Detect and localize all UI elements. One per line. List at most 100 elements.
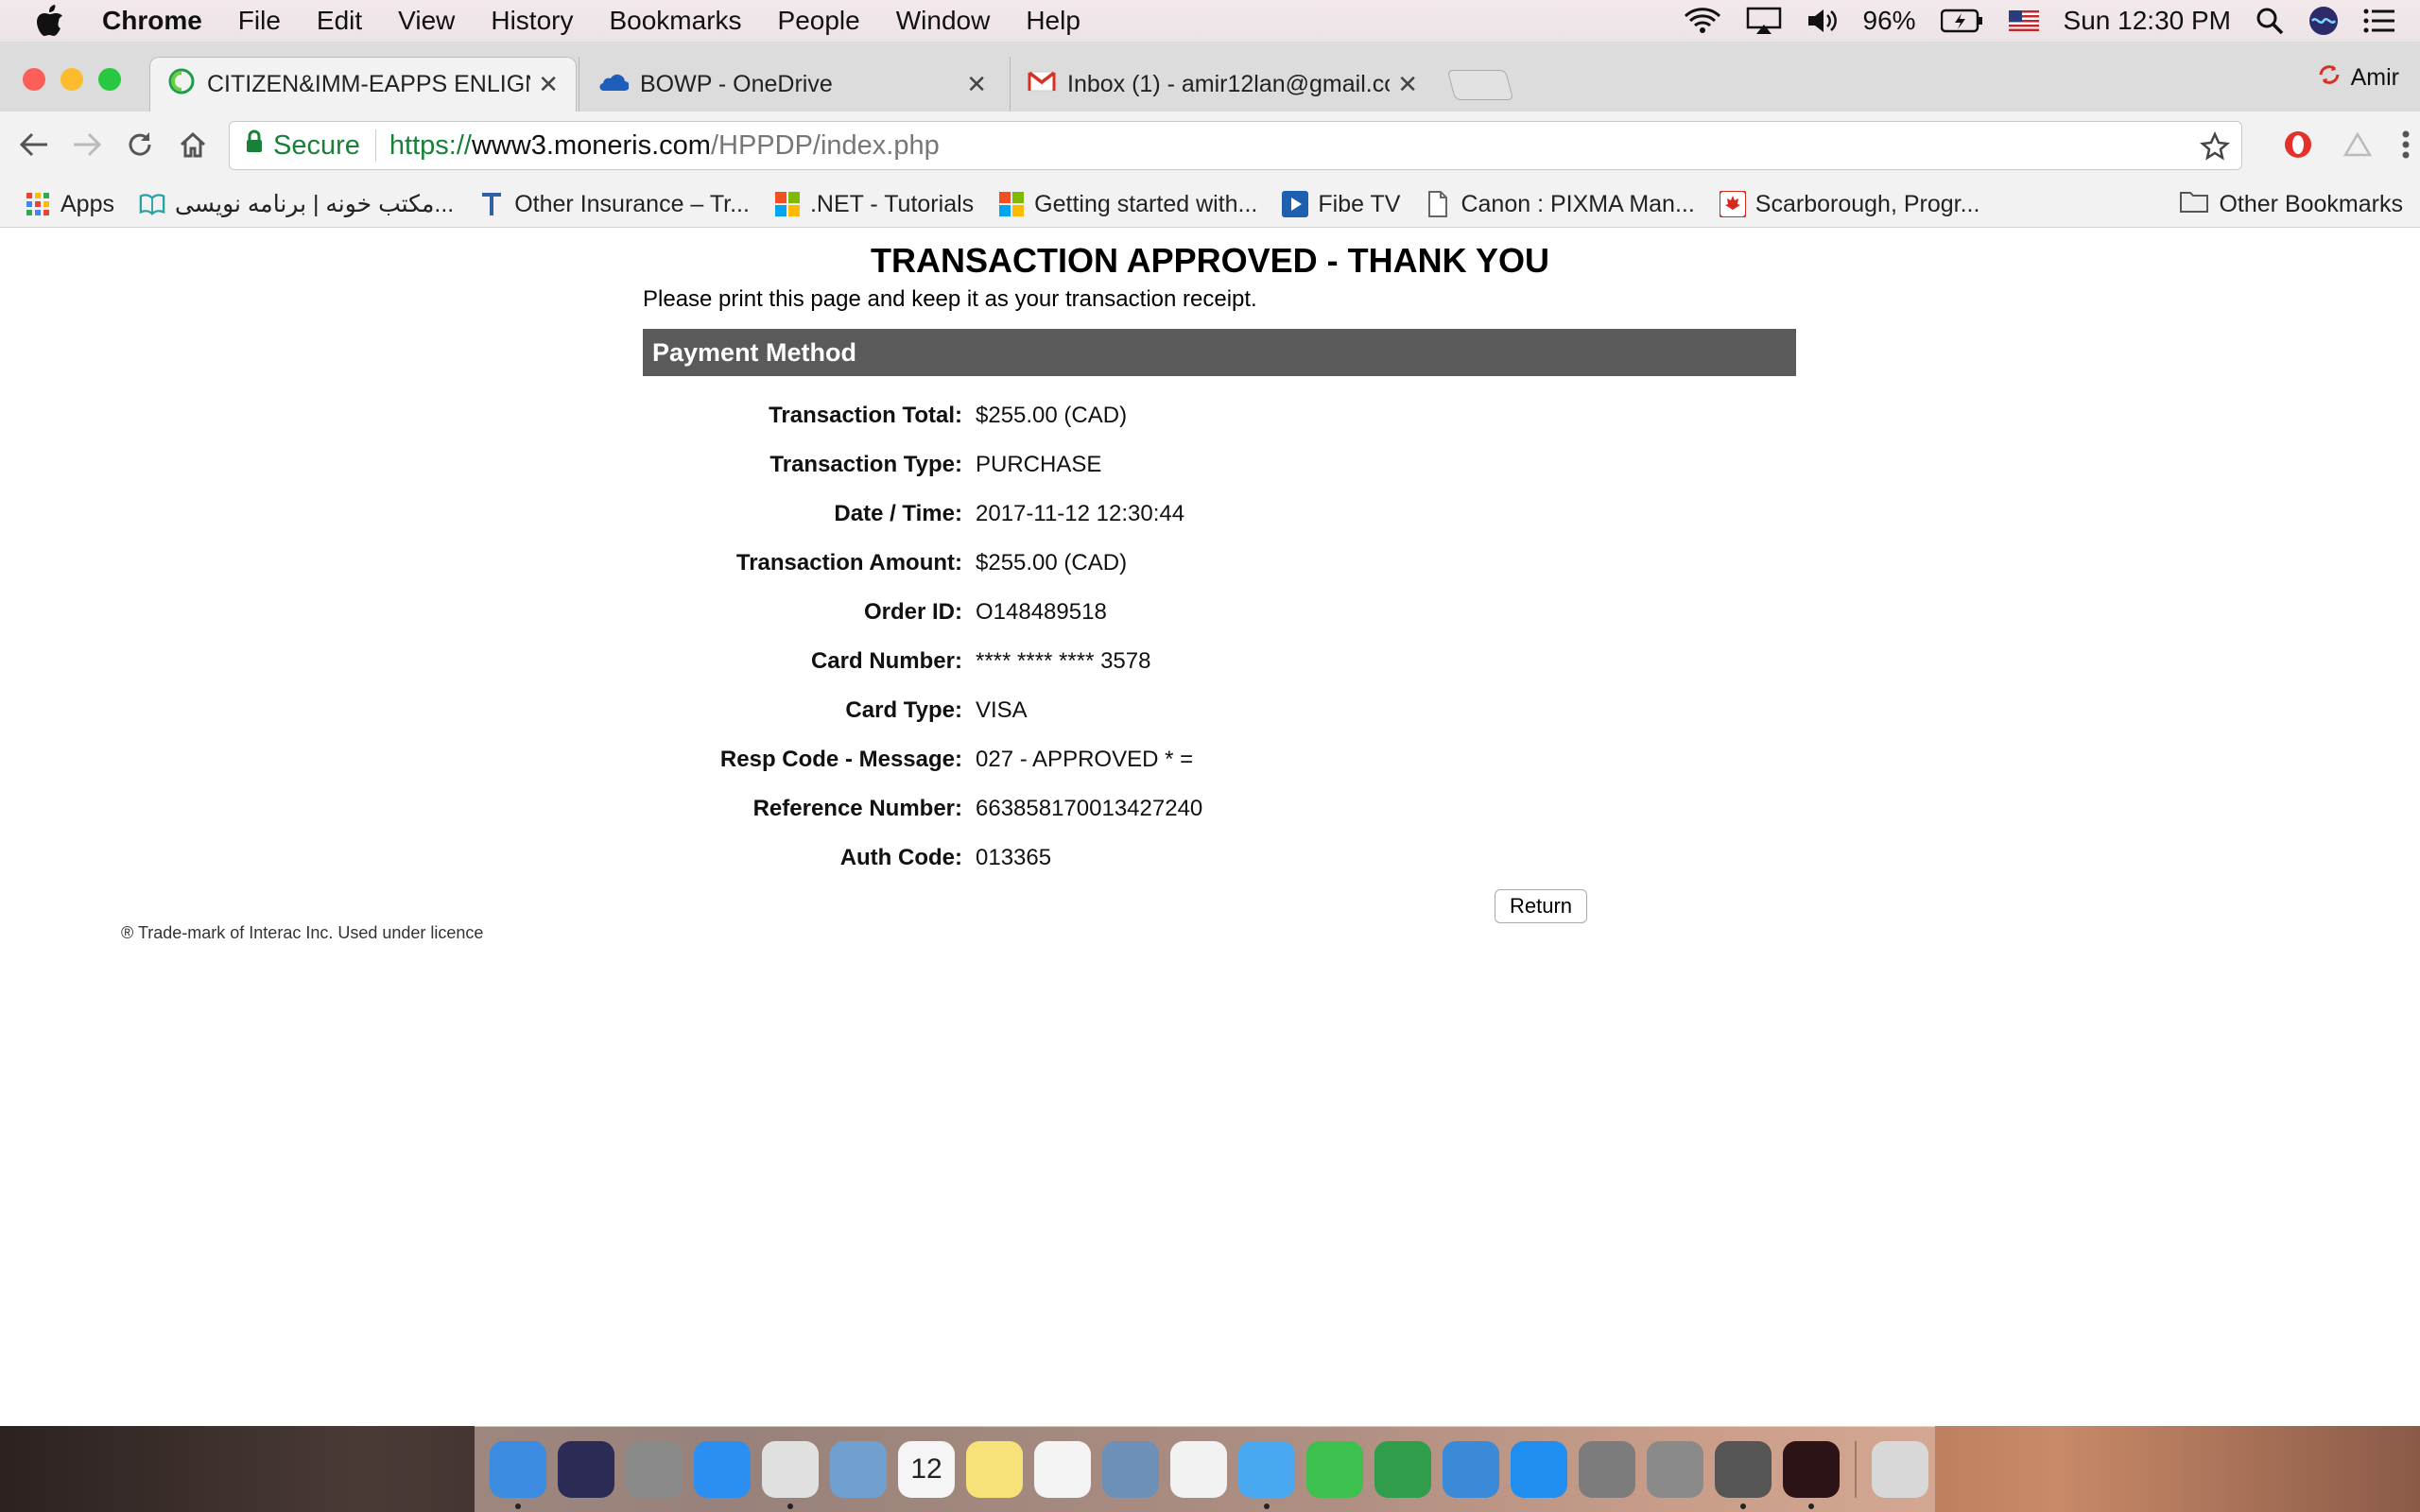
- siri-icon[interactable]: [2308, 6, 2339, 36]
- detail-value: 013365: [976, 845, 1052, 870]
- bookmark-canon-pixma[interactable]: Canon : PIXMA Man...: [1425, 191, 1695, 218]
- windows-icon: [998, 191, 1025, 217]
- tab-eapps[interactable]: CITIZEN&IMM-EAPPS ENLIGNE ✕: [149, 57, 577, 112]
- window-zoom-button[interactable]: [98, 68, 121, 91]
- back-button[interactable]: [8, 120, 60, 173]
- tab-close-icon[interactable]: ✕: [966, 70, 987, 99]
- tab-title: BOWP - OneDrive: [640, 70, 833, 97]
- detail-row: Transaction Type: PURCHASE: [643, 440, 1796, 490]
- tab-onedrive[interactable]: BOWP - OneDrive ✕: [579, 57, 1004, 112]
- dock-calendar-icon[interactable]: 12: [898, 1441, 955, 1498]
- tab-title: CITIZEN&IMM-EAPPS ENLIGNE: [207, 71, 531, 97]
- forward-button[interactable]: [60, 120, 113, 173]
- dock-launchpad-icon[interactable]: [626, 1441, 683, 1498]
- new-tab-button[interactable]: [1446, 70, 1514, 100]
- battery-icon[interactable]: [1940, 9, 1984, 33]
- bookmark-other-insurance[interactable]: Other Insurance – Tr...: [478, 191, 750, 218]
- browser-toolbar: Secure https:// www3.moneris.com /HPPDP/…: [0, 112, 2420, 181]
- bookmark-scarborough[interactable]: Scarborough, Progr...: [1719, 190, 1980, 218]
- detail-label: Resp Code - Message:: [719, 747, 962, 772]
- macos-menu-bar: Chrome File Edit View History Bookmarks …: [0, 0, 2420, 42]
- dock-notes-icon[interactable]: [966, 1441, 1023, 1498]
- window-close-button[interactable]: [23, 68, 45, 91]
- home-button[interactable]: [166, 120, 219, 173]
- dock-acrobat-icon[interactable]: [1783, 1441, 1840, 1509]
- battery-percent: 96%: [1862, 6, 1916, 35]
- running-indicator: [1808, 1503, 1814, 1509]
- url-host: www3.moneris.com: [471, 129, 711, 161]
- detail-row: Card Type: VISA: [643, 686, 1796, 735]
- dock-system-preferences-icon[interactable]: [1579, 1441, 1635, 1498]
- opera-extension-icon[interactable]: [2282, 129, 2314, 165]
- apps-grid-icon: [25, 191, 51, 217]
- secure-label: Secure: [273, 129, 360, 161]
- volume-icon[interactable]: [1806, 7, 1839, 35]
- spotlight-search-icon[interactable]: [2256, 7, 2284, 35]
- transaction-details: Transaction Total: $255.00 (CAD) Transact…: [643, 391, 1796, 883]
- tab-gmail[interactable]: Inbox (1) - amir12lan@gmail.com ✕: [1010, 57, 1435, 112]
- dock-app-store-icon[interactable]: [1511, 1441, 1567, 1498]
- menu-edit[interactable]: Edit: [317, 6, 362, 36]
- menu-window[interactable]: Window: [896, 6, 991, 36]
- detail-row: Order ID: O148489518: [643, 588, 1796, 637]
- dock-reminders-icon[interactable]: [1034, 1441, 1091, 1498]
- apple-icon[interactable]: [36, 5, 74, 37]
- bookmark-apps[interactable]: Apps: [25, 191, 114, 218]
- wifi-icon[interactable]: [1684, 7, 1721, 35]
- bookmark-maktabkhooneh[interactable]: مکتب خونه | برنامه نویسی...: [139, 190, 454, 218]
- dock-trash-icon[interactable]: [1872, 1441, 1928, 1498]
- detail-row: Date / Time: 2017-11-12 12:30:44: [643, 490, 1796, 539]
- detail-row: Resp Code - Message: 027 - APPROVED * =: [643, 735, 1796, 784]
- menu-file[interactable]: File: [238, 6, 281, 36]
- menu-app-name[interactable]: Chrome: [102, 6, 202, 36]
- bookmark-label: Scarborough, Progr...: [1754, 190, 1980, 217]
- bookmark-fibe-tv[interactable]: Fibe TV: [1282, 191, 1400, 218]
- detail-label: Auth Code:: [839, 845, 962, 870]
- bookmark-getting-started[interactable]: Getting started with...: [998, 191, 1257, 218]
- return-button[interactable]: Return: [1495, 889, 1587, 923]
- extension-triangle-icon[interactable]: [2342, 131, 2373, 163]
- profile-button[interactable]: Amir: [2317, 62, 2399, 94]
- bookmark-label: .NET - Tutorials: [809, 190, 975, 217]
- menubar-clock[interactable]: Sun 12:30 PM: [2064, 6, 2231, 36]
- menu-help[interactable]: Help: [1026, 6, 1080, 36]
- dock-photos-icon[interactable]: [1170, 1441, 1227, 1498]
- bookmark-label: Getting started with...: [1034, 190, 1258, 217]
- dock-numbers-icon[interactable]: [1374, 1441, 1431, 1498]
- dock-calculator-icon[interactable]: [1647, 1441, 1703, 1498]
- bookmark-star-icon[interactable]: [2200, 130, 2230, 169]
- bookmark-dotnet-tutorials[interactable]: .NET - Tutorials: [774, 191, 974, 218]
- reload-icon: [125, 129, 155, 164]
- dock-image-capture-icon[interactable]: [1715, 1441, 1772, 1509]
- dock-chrome-icon[interactable]: [762, 1441, 819, 1509]
- menu-view[interactable]: View: [398, 6, 455, 36]
- dock-siri-icon[interactable]: [558, 1441, 614, 1498]
- detail-value: PURCHASE: [976, 452, 1102, 477]
- window-minimize-button[interactable]: [60, 68, 83, 91]
- tab-close-icon[interactable]: ✕: [1397, 70, 1418, 99]
- section-header: Payment Method: [643, 329, 1796, 376]
- chrome-menu-icon[interactable]: [2401, 129, 2411, 164]
- dock: 12: [475, 1426, 1935, 1512]
- dock-preview-icon[interactable]: [1102, 1441, 1159, 1498]
- detail-label: Transaction Total:: [769, 403, 962, 428]
- home-icon: [178, 130, 208, 163]
- dock-mail-bird-icon[interactable]: [830, 1441, 887, 1498]
- detail-label: Card Type:: [845, 697, 962, 723]
- dock-messages-icon[interactable]: [1238, 1441, 1295, 1509]
- dock-safari-icon[interactable]: [694, 1441, 751, 1498]
- address-bar[interactable]: Secure https:// www3.moneris.com /HPPDP/…: [229, 121, 2242, 170]
- dock-facetime-icon[interactable]: [1306, 1441, 1363, 1498]
- airplay-icon[interactable]: [1746, 7, 1782, 35]
- bookmark-label: Apps: [60, 190, 114, 217]
- dock-finder-icon[interactable]: [490, 1441, 546, 1509]
- tab-close-icon[interactable]: ✕: [538, 70, 559, 99]
- menu-history[interactable]: History: [491, 6, 573, 36]
- us-flag-icon[interactable]: [2008, 10, 2039, 31]
- notification-center-icon[interactable]: [2363, 8, 2395, 34]
- other-bookmarks[interactable]: Other Bookmarks: [2179, 181, 2403, 227]
- dock-keynote-icon[interactable]: [1443, 1441, 1499, 1498]
- reload-button[interactable]: [113, 120, 166, 173]
- menu-people[interactable]: People: [778, 6, 860, 36]
- menu-bookmarks[interactable]: Bookmarks: [609, 6, 741, 36]
